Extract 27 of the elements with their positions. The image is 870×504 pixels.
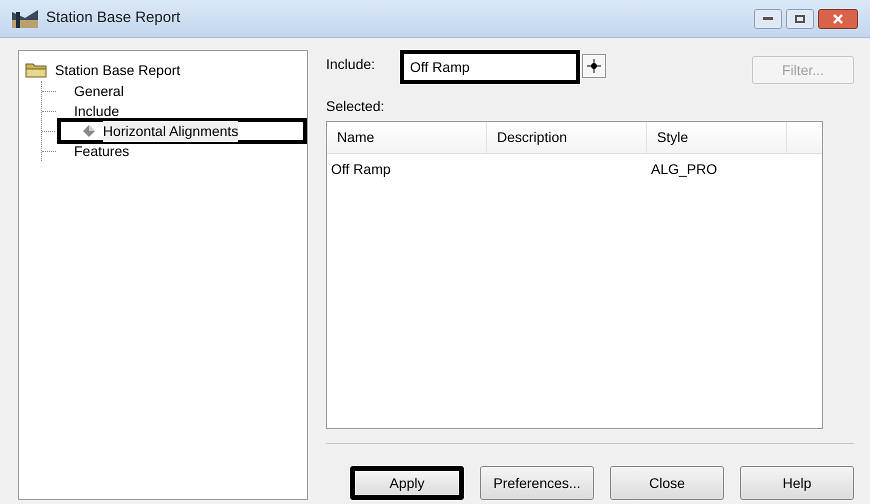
folder-icon (25, 62, 47, 78)
column-header[interactable]: Description (487, 122, 647, 153)
dialog-button[interactable]: Preferences... (480, 466, 594, 500)
tree-item[interactable]: Station Base Report (55, 60, 180, 80)
tree-item[interactable]: Include (58, 101, 120, 121)
maximize-button[interactable] (786, 8, 814, 28)
app-icon (12, 8, 38, 30)
tree-item[interactable]: Features (58, 141, 130, 161)
table-cell-text: Off Ramp (330, 160, 392, 179)
minimize-button[interactable] (754, 8, 782, 28)
window-title: Station Base Report (46, 8, 180, 28)
column-header[interactable]: Style (647, 122, 787, 153)
close-button[interactable] (818, 8, 858, 28)
dialog-button[interactable]: Apply (350, 466, 464, 500)
tree-item[interactable]: General (58, 81, 124, 101)
table-cell-text: ALG_PRO (650, 160, 718, 179)
close-icon (833, 14, 843, 24)
dialog-button[interactable]: Close (610, 466, 724, 500)
tree-item[interactable]: Horizontal Alignments (56, 118, 307, 144)
crosshair-icon (587, 59, 601, 73)
column-header[interactable]: Name (327, 122, 487, 153)
diamond-icon (82, 125, 95, 137)
pick-button[interactable] (582, 54, 606, 78)
include-field[interactable]: Off Ramp (400, 50, 580, 84)
dialog-button[interactable]: Help (740, 466, 854, 500)
include-label: Include: (326, 55, 376, 74)
selected-label: Selected: (326, 97, 386, 116)
